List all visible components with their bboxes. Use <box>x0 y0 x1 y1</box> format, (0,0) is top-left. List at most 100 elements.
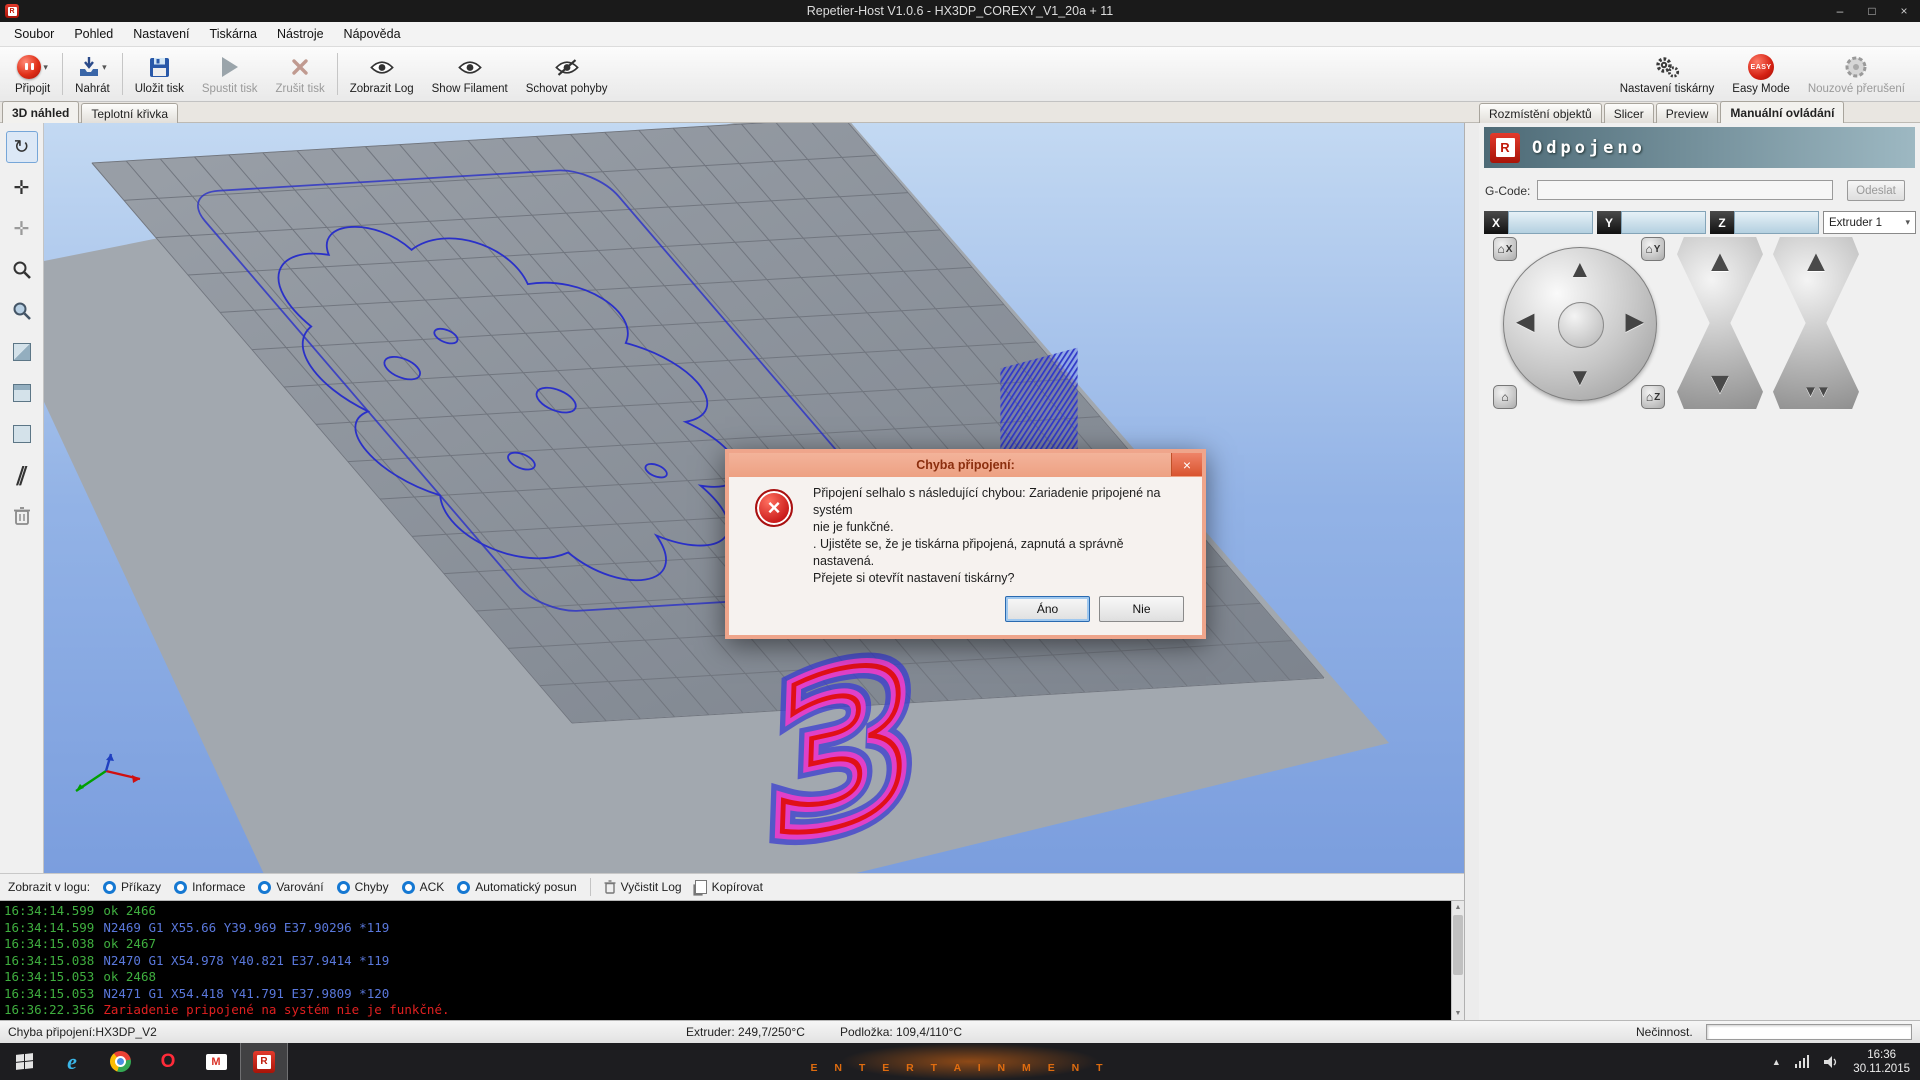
y-minus-arrow[interactable]: ▼ <box>1568 366 1592 390</box>
printer-settings-button[interactable]: Nastavení tiskárny <box>1611 47 1724 101</box>
menu-pohled[interactable]: Pohled <box>64 24 123 44</box>
scroll-up-icon[interactable]: ▲ <box>1452 901 1464 914</box>
connection-status: Odpojeno <box>1532 138 1646 158</box>
log-scrollbar[interactable]: ▲ ▼ <box>1451 901 1464 1020</box>
filter-autoscroll[interactable]: Automatický posun <box>457 880 576 894</box>
extruder-select[interactable]: Extruder 1▾ <box>1823 211 1916 234</box>
log-filter-label: Zobrazit v logu: <box>8 880 90 894</box>
screen: R Repetier-Host V1.0.6 - HX3DP_COREXY_V1… <box>0 0 1920 1080</box>
scroll-down-icon[interactable]: ▼ <box>1452 1007 1464 1020</box>
tab-slicer[interactable]: Slicer <box>1604 103 1654 123</box>
status-connection-error: Chyba připojení:HX3DP_V2 <box>8 1025 157 1039</box>
home-x-button[interactable]: ⌂X <box>1493 237 1517 261</box>
emergency-saw-icon <box>1844 55 1868 79</box>
y-plus-arrow[interactable]: ▲ <box>1568 258 1592 282</box>
z-down-arrow[interactable]: ▼ <box>1705 369 1735 399</box>
close-icon[interactable]: × <box>1888 0 1920 22</box>
connection-status-header: R Odpojeno <box>1484 127 1915 168</box>
connect-button[interactable]: ▾ Připojit <box>6 47 59 101</box>
toggle-on-icon <box>337 881 350 894</box>
menu-tiskarna[interactable]: Tiskárna <box>200 24 267 44</box>
menu-soubor[interactable]: Soubor <box>4 24 64 44</box>
log-output[interactable]: 16:34:14.599ok 2466 16:34:14.599N2469 G1… <box>0 901 1464 1020</box>
copy-icon <box>695 880 707 894</box>
maximize-icon[interactable]: □ <box>1856 0 1888 22</box>
svg-text:3: 3 <box>766 614 921 873</box>
minimize-icon[interactable]: – <box>1824 0 1856 22</box>
z-axis-label: Z <box>1710 211 1734 234</box>
toolbar: ▾ Připojit ▾ Nahrát Uložit tisk Spustit … <box>0 47 1920 102</box>
dialog-close-icon[interactable]: × <box>1171 453 1202 476</box>
filter-info[interactable]: Informace <box>174 880 245 894</box>
clear-log-button[interactable]: Vyčistit Log <box>604 880 682 894</box>
load-button[interactable]: ▾ Nahrát <box>66 47 119 101</box>
save-print-button[interactable]: Uložit tisk <box>126 47 193 101</box>
move-icon: ✛ <box>14 177 30 200</box>
menu-napoveda[interactable]: Nápověda <box>334 24 411 44</box>
show-log-button[interactable]: Zobrazit Log <box>341 47 423 101</box>
top-view-icon <box>13 425 31 443</box>
dialog-title: Chyba připojení: <box>729 453 1202 477</box>
z-up-arrow[interactable]: ▲ <box>1705 247 1735 277</box>
top-view-tool[interactable] <box>6 418 38 450</box>
cancel-print-button[interactable]: Zrušit tisk <box>267 47 334 101</box>
zoom-tool[interactable] <box>6 254 38 286</box>
extrude-arrows[interactable]: ▼▼ <box>1803 384 1829 399</box>
easy-mode-button[interactable]: EASY Easy Mode <box>1723 47 1799 101</box>
toggle-on-icon <box>174 881 187 894</box>
hide-travel-button[interactable]: Schovat pohyby <box>517 47 617 101</box>
emergency-stop-button[interactable]: Nouzové přerušení <box>1799 47 1914 101</box>
menu-nastroje[interactable]: Nástroje <box>267 24 334 44</box>
x-minus-arrow[interactable]: ◀ <box>1516 310 1534 334</box>
status-bar: Chyba připojení:HX3DP_V2 Extruder: 249,7… <box>0 1020 1920 1043</box>
dpad-center-knob[interactable] <box>1558 302 1604 348</box>
yes-button[interactable]: Áno <box>1005 596 1090 622</box>
isometric-view-tool[interactable] <box>6 336 38 368</box>
home-z-button[interactable]: ⌂Z <box>1641 385 1665 409</box>
toggle-on-icon <box>258 881 271 894</box>
panel-splitter[interactable] <box>1464 123 1479 1020</box>
parallel-projection-tool[interactable]: ∥ <box>6 459 38 491</box>
no-button[interactable]: Nie <box>1099 596 1184 622</box>
menu-nastaveni[interactable]: Nastavení <box>123 24 199 44</box>
start-print-button[interactable]: Spustit tisk <box>193 47 267 101</box>
toolbar-spacer <box>617 47 1611 101</box>
play-icon <box>222 57 238 77</box>
progress-bar <box>1706 1024 1912 1040</box>
home-y-button[interactable]: ⌂Y <box>1641 237 1665 261</box>
view-toolstrip: ↻ ✛ ✛ ∥ <box>0 123 44 873</box>
scrollbar-thumb[interactable] <box>1453 915 1463 975</box>
tab-3d-view[interactable]: 3D náhled <box>2 101 79 123</box>
chevron-down-icon: ▾ <box>102 62 107 73</box>
tab-temperature-curve[interactable]: Teplotní křivka <box>81 103 178 123</box>
gcode-label: G-Code: <box>1485 184 1530 198</box>
tab-preview[interactable]: Preview <box>1656 103 1719 123</box>
front-view-tool[interactable] <box>6 377 38 409</box>
tab-manual-control[interactable]: Manuální ovládání <box>1720 101 1844 123</box>
filter-errors[interactable]: Chyby <box>337 880 389 894</box>
status-idle: Nečinnost. <box>1636 1025 1693 1039</box>
iso-view-icon <box>13 343 31 361</box>
zoom-region-tool[interactable] <box>6 295 38 327</box>
eye-icon <box>458 59 482 76</box>
tab-object-placement[interactable]: Rozmístění objektů <box>1479 103 1602 123</box>
move-viewpoint-tool[interactable]: ✛ <box>6 213 38 245</box>
send-gcode-button[interactable]: Odeslat <box>1847 180 1905 201</box>
parallel-icon: ∥ <box>13 464 30 487</box>
gcode-input[interactable] <box>1537 180 1833 200</box>
filter-ack[interactable]: ACK <box>402 880 445 894</box>
eye-slash-icon <box>555 59 579 76</box>
delete-object-tool[interactable] <box>6 500 38 532</box>
filter-commands[interactable]: Příkazy <box>103 880 161 894</box>
extruder-jog-control: ▲ ▼▼ <box>1773 237 1859 409</box>
filter-warnings[interactable]: Varování <box>258 880 323 894</box>
show-filament-button[interactable]: Show Filament <box>423 47 517 101</box>
x-plus-arrow[interactable]: ▶ <box>1626 310 1644 334</box>
move-object-tool[interactable]: ✛ <box>6 172 38 204</box>
status-bed-temp: Podložka: 109,4/110°C <box>840 1025 962 1039</box>
home-all-button[interactable]: ⌂ <box>1493 385 1517 409</box>
toolbar-separator <box>337 53 338 95</box>
copy-log-button[interactable]: Kopírovat <box>695 880 763 894</box>
retract-arrow[interactable]: ▲ <box>1801 247 1831 277</box>
rotate-view-tool[interactable]: ↻ <box>6 131 38 163</box>
